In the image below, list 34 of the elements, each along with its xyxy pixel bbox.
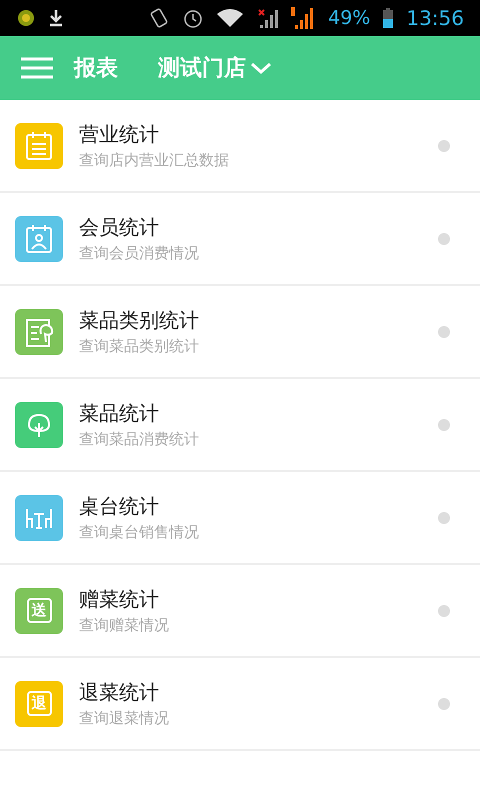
item-subtitle: 查询桌台销售情况 (79, 522, 200, 542)
signal-icon (256, 7, 278, 29)
item-title: 菜品统计 (79, 400, 160, 426)
report-list-item[interactable]: 菜品类别统计 查询菜品类别统计 (0, 286, 480, 379)
chevron-down-icon (250, 61, 272, 75)
app-icon (16, 8, 36, 28)
clock: 13:56 (406, 5, 464, 32)
item-title: 营业统计 (79, 120, 160, 148)
item-subtitle: 查询会员消费情况 (79, 242, 200, 264)
report-list-item[interactable]: 桌台统计 查询桌台销售情况 (0, 472, 480, 565)
item-subtitle: 查询退菜情况 (79, 708, 170, 728)
page-title: 报表 (74, 54, 118, 82)
download-icon (48, 9, 64, 27)
item-subtitle: 查询赠菜情况 (79, 614, 170, 636)
report-list-item[interactable]: 退 退菜统计 查询退菜情况 (0, 658, 480, 751)
calendar-glyph-icon: 送 (15, 588, 63, 634)
item-subtitle: 查询菜品类别统计 (79, 336, 200, 356)
wifi-icon (216, 8, 244, 28)
battery-icon (382, 7, 394, 29)
report-list-item[interactable]: 营业统计 查询店内营业汇总数据 (0, 100, 480, 193)
item-title: 会员统计 (79, 214, 160, 240)
calendar-glyph-icon: 退 (15, 680, 63, 726)
report-list-item[interactable]: 菜品统计 查询菜品消费统计 (0, 379, 480, 472)
item-title: 桌台统计 (79, 492, 160, 520)
item-title: 菜品类别统计 (79, 306, 200, 334)
menu-icon[interactable] (20, 56, 54, 80)
report-list-item[interactable]: 会员统计 查询会员消费情况 (0, 193, 480, 286)
item-title: 赠菜统计 (79, 586, 160, 612)
vibrate-icon (148, 7, 170, 29)
item-subtitle: 查询店内营业汇总数据 (79, 150, 230, 170)
report-list-item[interactable]: 送 赠菜统计 查询赠菜情况 (0, 565, 480, 658)
battery-percent: 49% (328, 6, 370, 31)
item-title: 退菜统计 (79, 678, 160, 706)
item-subtitle: 查询菜品消费统计 (79, 428, 200, 450)
